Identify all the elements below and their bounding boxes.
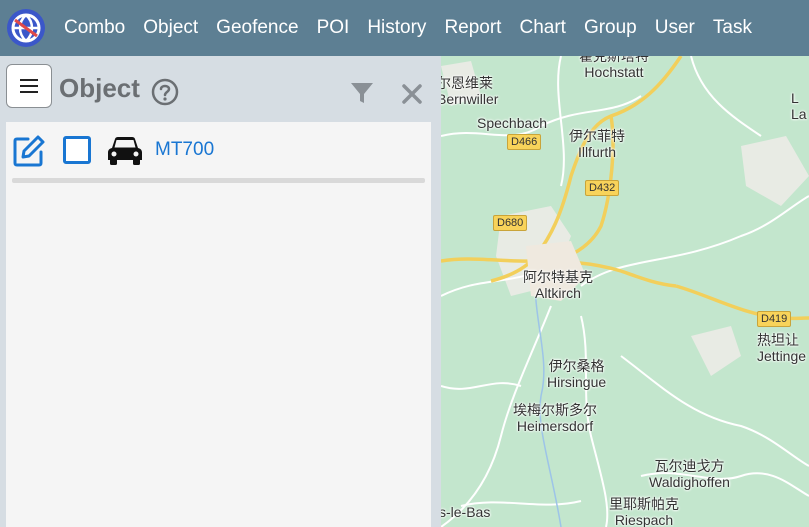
- top-nav-bar: Combo Object Geofence POI History Report…: [0, 0, 809, 56]
- list-item: MT700: [6, 122, 431, 178]
- place-altkirch: 阿尔特基克 Altkirch: [523, 269, 593, 301]
- place-waldighoffen: 瓦尔迪戈方 Waldighoffen: [649, 458, 730, 490]
- place-hochstatt: 霍克斯塔特 Hochstatt: [579, 56, 649, 80]
- road-label-d419: D419: [757, 311, 792, 327]
- main-nav: Combo Object Geofence POI History Report…: [55, 0, 761, 56]
- object-name-link[interactable]: MT700: [155, 139, 214, 161]
- nav-history[interactable]: History: [358, 0, 435, 56]
- place-riespach: 里耶斯帕克 Riespach: [609, 496, 679, 527]
- hamburger-icon: [20, 79, 38, 93]
- road-label-d680: D680: [493, 215, 528, 231]
- object-panel: Object MT700: [0, 56, 441, 527]
- hamburger-menu-button[interactable]: [6, 64, 52, 108]
- list-divider: [12, 178, 425, 183]
- object-list: MT700: [6, 122, 431, 527]
- select-checkbox[interactable]: [63, 136, 91, 164]
- close-icon[interactable]: [401, 83, 423, 105]
- nav-combo[interactable]: Combo: [55, 0, 134, 56]
- place-bernwiller: 尔恩维莱 Bernwiller: [441, 75, 499, 107]
- road-label-d432: D432: [585, 180, 620, 196]
- globe-logo-icon[interactable]: [6, 8, 46, 48]
- filter-icon[interactable]: [350, 81, 374, 105]
- help-icon[interactable]: [151, 78, 179, 106]
- car-icon: [108, 137, 142, 165]
- edit-icon[interactable]: [12, 134, 46, 168]
- nav-poi[interactable]: POI: [308, 0, 359, 56]
- nav-group[interactable]: Group: [575, 0, 646, 56]
- place-la: L La: [791, 90, 807, 122]
- place-s-le-bas: s-le-Bas: [441, 504, 491, 520]
- map-view[interactable]: 霍克斯塔特 Hochstatt 尔恩维莱 Bernwiller Spechbach …: [441, 56, 809, 527]
- nav-user[interactable]: User: [646, 0, 704, 56]
- nav-report[interactable]: Report: [435, 0, 510, 56]
- place-spechbach: Spechbach: [477, 115, 548, 131]
- place-heimersdorf: 埃梅尔斯多尔 Heimersdorf: [513, 402, 597, 434]
- nav-geofence[interactable]: Geofence: [207, 0, 307, 56]
- panel-title: Object: [59, 73, 140, 103]
- nav-chart[interactable]: Chart: [510, 0, 574, 56]
- road-label-d466: D466: [507, 134, 542, 150]
- place-jettinge: 热坦让 Jettinge: [757, 332, 807, 364]
- nav-object[interactable]: Object: [134, 0, 207, 56]
- nav-task[interactable]: Task: [704, 0, 761, 56]
- place-hirsingue: 伊尔桑格 Hirsingue: [547, 358, 607, 390]
- place-illfurth: 伊尔菲特 Illfurth: [569, 128, 625, 160]
